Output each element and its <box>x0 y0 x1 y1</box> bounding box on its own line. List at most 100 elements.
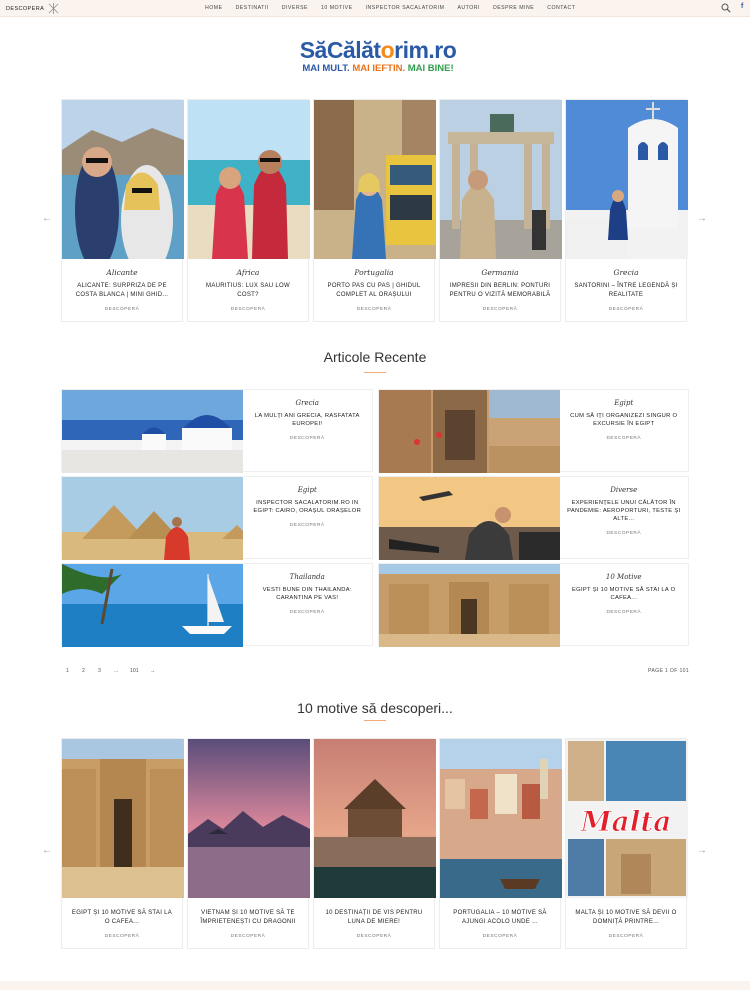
card-title[interactable]: VIETNAM ȘI 10 MOTIVE SĂ TE ÎMPRIETENEȘTI… <box>196 909 300 926</box>
motive-arrow-left-icon[interactable]: ← <box>42 845 52 856</box>
card-title[interactable]: PORTUGALIA – 10 MOTIVE SĂ AJUNGI ACOLO U… <box>448 909 552 926</box>
recent-discover-link[interactable]: DESCOPERĂ <box>249 523 366 528</box>
search-icon[interactable] <box>721 3 731 13</box>
recent-category: Egipt <box>297 486 317 494</box>
nav-item-autori[interactable]: AUTORI <box>457 5 480 11</box>
card-title[interactable]: IMPRESII DIN BERLIN: PONTURI PENTRU O VI… <box>448 282 552 299</box>
footer-band <box>0 981 750 990</box>
card-category: Africa <box>236 268 260 277</box>
card-title[interactable]: EGIPT ȘI 10 MOTIVE SĂ STAI LA O CAFEA... <box>70 909 174 926</box>
motive-card[interactable]: VIETNAM ȘI 10 MOTIVE SĂ TE ÎMPRIETENEȘTI… <box>187 738 310 949</box>
card-title[interactable]: PORTO PAS CU PAS | GHIDUL COMPLET AL ORA… <box>322 282 426 299</box>
nav-item-despre-mine[interactable]: DESPRE MINE <box>493 5 534 11</box>
featured-card[interactable]: Grecia SANTORINI – ÎNTRE LEGENDĂ ȘI REAL… <box>565 99 688 322</box>
recent-discover-link[interactable]: DESCOPERĂ <box>566 436 683 441</box>
recent-photo-egypt-temple <box>378 564 560 647</box>
recent-discover-link[interactable]: DESCOPERĂ <box>249 436 366 441</box>
card-discover-link[interactable]: DESCOPERĂ <box>314 934 434 948</box>
recent-category: Egipt <box>614 399 634 407</box>
recent-title[interactable]: CUM SĂ IȚI ORGANIZEZI SINGUR O EXCURSIE … <box>566 412 683 428</box>
recent-title[interactable]: EXPERIENȚELE UNUI CĂLĂTOR ÎN PANDEMIE: A… <box>566 499 683 523</box>
nav-item-home[interactable]: HOME <box>205 5 223 11</box>
featured-photo-porto <box>314 100 436 259</box>
recent-title[interactable]: INSPECTOR SACALATORIM.RO IN EGIPT: CAIRO… <box>249 499 366 515</box>
motive-card[interactable]: EGIPT ȘI 10 MOTIVE SĂ STAI LA O CAFEA...… <box>61 738 184 949</box>
menu-x-icon <box>48 3 59 14</box>
motive-card[interactable]: 10 DESTINAȚII DE VIS PENTRU LUNA DE MIER… <box>313 738 436 949</box>
site-logo[interactable]: SăCălătorim.ro MAI MULT. MAI IEFTIN. MAI… <box>293 37 463 75</box>
recent-category: Thailanda <box>289 573 325 581</box>
recent-article-item[interactable]: 10 Motive EGIPT ȘI 10 MOTIVE SĂ STAI LA … <box>377 563 689 647</box>
recent-discover-link[interactable]: DESCOPERĂ <box>249 610 366 615</box>
menu-label: DESCOPERA <box>6 5 45 12</box>
card-title[interactable]: MAURITIUS: LUX SAU LOW COST? <box>196 282 300 299</box>
nav-item-contact[interactable]: CONTACT <box>547 5 575 11</box>
recent-article-item[interactable]: Thailanda VESTI BUNE DIN THAILANDA: CARA… <box>61 563 373 647</box>
nav-item-inspector[interactable]: INSPECTOR SACALATORIM <box>366 5 445 11</box>
recent-photo-pyramids <box>62 477 243 560</box>
card-discover-link[interactable]: DESCOPERĂ <box>566 307 686 321</box>
next-page-arrow-icon[interactable]: → <box>150 668 155 674</box>
motive-photo-malta: Malta <box>566 739 688 898</box>
featured-arrow-left-icon[interactable]: ← <box>42 213 52 224</box>
page-link-1[interactable]: 1 <box>66 668 69 674</box>
recent-article-item[interactable]: Egipt INSPECTOR SACALATORIM.RO IN EGIPT:… <box>61 476 373 560</box>
card-discover-link[interactable]: DESCOPERĂ <box>440 307 560 321</box>
nav-item-destinatii[interactable]: DESTINATII <box>236 5 269 11</box>
card-discover-link[interactable]: DESCOPERĂ <box>62 934 182 948</box>
menu-button[interactable]: DESCOPERA <box>6 3 59 14</box>
recent-article-item[interactable]: Egipt CUM SĂ IȚI ORGANIZEZI SINGUR O EXC… <box>377 389 689 473</box>
recent-title[interactable]: LA MULȚI ANI GRECIA, RASFATATA EUROPEI! <box>249 412 366 428</box>
recent-discover-link[interactable]: DESCOPERĂ <box>566 610 683 615</box>
card-category: Alicante <box>106 268 138 277</box>
recent-photo-grecia <box>62 390 243 473</box>
motive-card[interactable]: Malta MALTA ȘI 10 MOTIVE SĂ DEVII O DOMN… <box>565 738 688 949</box>
malta-sign-text: Malta <box>580 805 672 838</box>
card-discover-link[interactable]: DESCOPERĂ <box>314 307 434 321</box>
section-divider <box>364 372 386 373</box>
motive-photo-egipt <box>62 739 184 898</box>
featured-card[interactable]: Alicante ALICANTE: SURPRIZA DE PE COSTA … <box>61 99 184 322</box>
card-discover-link[interactable]: DESCOPERĂ <box>440 934 560 948</box>
card-category: Germania <box>481 268 519 277</box>
motive-card[interactable]: PORTUGALIA – 10 MOTIVE SĂ AJUNGI ACOLO U… <box>439 738 562 949</box>
recent-article-item[interactable]: Diverse EXPERIENȚELE UNUI CĂLĂTOR ÎN PAN… <box>377 476 689 560</box>
featured-photo-berlin <box>440 100 562 259</box>
card-discover-link[interactable]: DESCOPERĂ <box>188 934 308 948</box>
recent-photo-egipt-collage <box>378 390 560 473</box>
card-title[interactable]: ALICANTE: SURPRIZA DE PE COSTA BLANCA | … <box>70 282 174 299</box>
featured-arrow-right-icon[interactable]: → <box>697 213 707 224</box>
top-bar: DESCOPERA HOME DESTINATII DIVERSE 10 MOT… <box>0 0 750 17</box>
motive-photo-portugalia <box>440 739 562 898</box>
section-divider <box>364 720 386 721</box>
card-discover-link[interactable]: DESCOPERĂ <box>566 934 686 948</box>
featured-photo-mauritius <box>188 100 310 259</box>
nav-item-10-motive[interactable]: 10 MOTIVE <box>321 5 353 11</box>
featured-carousel: Alicante ALICANTE: SURPRIZA DE PE COSTA … <box>61 99 689 322</box>
motive-photo-vietnam <box>188 739 310 898</box>
page-link-last[interactable]: 101 <box>130 668 139 674</box>
page-link-2[interactable]: 2 <box>82 668 85 674</box>
recent-title[interactable]: VESTI BUNE DIN THAILANDA: CARANTINA PE V… <box>249 586 366 602</box>
card-title[interactable]: 10 DESTINAȚII DE VIS PENTRU LUNA DE MIER… <box>322 909 426 926</box>
featured-card[interactable]: Germania IMPRESII DIN BERLIN: PONTURI PE… <box>439 99 562 322</box>
card-title[interactable]: MALTA ȘI 10 MOTIVE SĂ DEVII O DOMNIȚĂ PR… <box>574 909 678 926</box>
featured-photo-santorini <box>566 100 688 259</box>
recent-title[interactable]: EGIPT ȘI 10 MOTIVE SĂ STAI LA O CAFEA... <box>566 586 683 602</box>
card-title[interactable]: SANTORINI – ÎNTRE LEGENDĂ ȘI REALITATE <box>574 282 678 299</box>
page-link-3[interactable]: 3 <box>98 668 101 674</box>
recent-category: Diverse <box>610 486 638 494</box>
motive-photo-honeymoon <box>314 739 436 898</box>
pagination: 1 2 3 ... 101 → PAGE 1 OF 101 <box>61 667 689 677</box>
featured-card[interactable]: Africa MAURITIUS: LUX SAU LOW COST? DESC… <box>187 99 310 322</box>
motive-carousel: EGIPT ȘI 10 MOTIVE SĂ STAI LA O CAFEA...… <box>61 738 689 949</box>
card-discover-link[interactable]: DESCOPERĂ <box>188 307 308 321</box>
card-discover-link[interactable]: DESCOPERĂ <box>62 307 182 321</box>
nav-item-diverse[interactable]: DIVERSE <box>282 5 308 11</box>
recent-discover-link[interactable]: DESCOPERĂ <box>566 531 683 536</box>
featured-card[interactable]: Portugalia PORTO PAS CU PAS | GHIDUL COM… <box>313 99 436 322</box>
motive-arrow-right-icon[interactable]: → <box>697 845 707 856</box>
facebook-icon[interactable]: f <box>741 3 743 10</box>
recent-article-item[interactable]: Grecia LA MULȚI ANI GRECIA, RASFATATA EU… <box>61 389 373 473</box>
recent-category: Grecia <box>295 399 319 407</box>
